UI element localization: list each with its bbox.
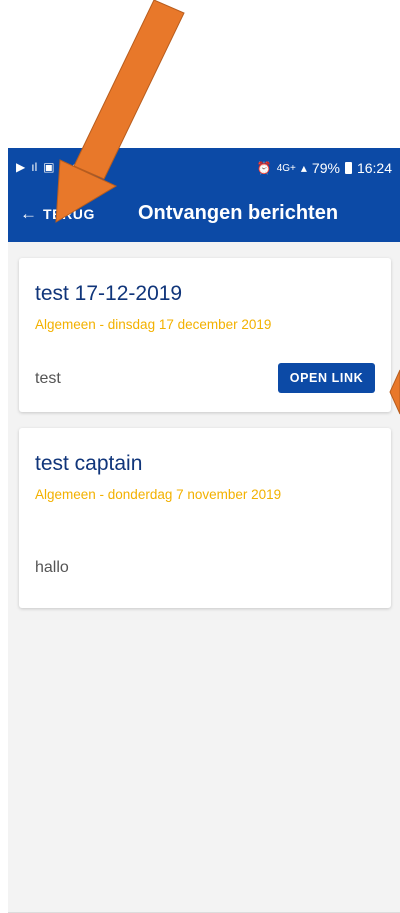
status-left-icons: ▶ ıl ▣ ⤓ ◠ (16, 160, 82, 174)
back-button[interactable]: ← TERUG (20, 205, 95, 223)
alarm-icon: ⏰ (256, 161, 272, 175)
back-arrow-icon: ← (20, 204, 37, 223)
cell-signal-icon: ▴ (300, 161, 307, 175)
message-meta: Algemeen - donderdag 7 november 2019 (35, 487, 282, 502)
message-card[interactable]: test captain Algemeen - donderdag 7 nove… (19, 428, 391, 608)
back-label: TERUG (43, 206, 95, 222)
battery-percentage: 79% (311, 160, 340, 176)
youtube-icon: ▶ (16, 160, 26, 174)
status-right: ⏰ 4G+ ▴ 79% 16:24 (257, 160, 392, 176)
message-title: test captain (35, 452, 143, 475)
message-body: test (35, 370, 61, 387)
chat-icon: ▣ (43, 160, 55, 174)
signal-icon: ıl (31, 160, 38, 174)
status-time: 16:24 (356, 160, 392, 176)
message-card[interactable]: test 17-12-2019 Algemeen - dinsdag 17 de… (19, 258, 391, 412)
page-title: Ontvangen berichten (138, 202, 339, 224)
message-title: test 17-12-2019 (35, 282, 183, 305)
network-indicator: 4G+ (276, 162, 296, 174)
app-bar: ← TERUG Ontvangen berichten (8, 188, 400, 242)
download-icon: ⤓ (60, 160, 66, 174)
message-meta: Algemeen - dinsdag 17 december 2019 (35, 317, 272, 332)
screenshot-stage: ▶ ıl ▣ ⤓ ◠ ⏰ 4G+ ▴ 79% 16:24 ← TERUG Ont… (0, 0, 400, 913)
wifi-icon: ◠ (71, 160, 83, 174)
phone-screen: ▶ ıl ▣ ⤓ ◠ ⏰ 4G+ ▴ 79% 16:24 ← TERUG Ont… (8, 148, 400, 913)
status-bar: ▶ ıl ▣ ⤓ ◠ ⏰ 4G+ ▴ 79% 16:24 (8, 148, 400, 188)
battery-icon (344, 162, 352, 174)
message-body: hallo (35, 559, 69, 576)
open-link-button[interactable]: OPEN LINK (278, 363, 375, 393)
